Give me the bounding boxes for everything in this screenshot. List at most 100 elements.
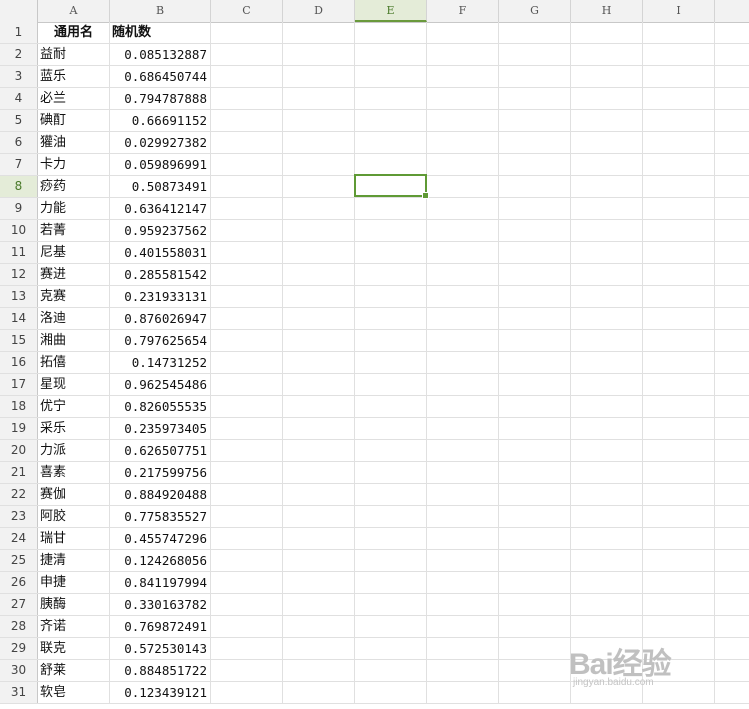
cell[interactable]: [211, 484, 283, 505]
row-number[interactable]: 9: [0, 198, 38, 219]
cell[interactable]: [571, 594, 643, 615]
cell[interactable]: [211, 418, 283, 439]
cell-name[interactable]: 蓝乐: [38, 66, 110, 87]
cell[interactable]: [427, 110, 499, 131]
cell[interactable]: [427, 66, 499, 87]
cell-name[interactable]: 软皂: [38, 682, 110, 703]
cell-random[interactable]: 0.66691152: [110, 110, 211, 131]
row-number[interactable]: 22: [0, 484, 38, 505]
cell[interactable]: [283, 418, 355, 439]
cell[interactable]: [355, 330, 427, 351]
cell[interactable]: [715, 352, 749, 373]
cell[interactable]: [571, 198, 643, 219]
cell[interactable]: [355, 154, 427, 175]
cell[interactable]: [715, 638, 749, 659]
cell[interactable]: [499, 550, 571, 571]
cell[interactable]: [643, 44, 715, 65]
row-number[interactable]: 23: [0, 506, 38, 527]
cell-name[interactable]: 碘酊: [38, 110, 110, 131]
cell[interactable]: [571, 550, 643, 571]
cell[interactable]: [283, 374, 355, 395]
row-number[interactable]: 30: [0, 660, 38, 681]
cell[interactable]: [283, 528, 355, 549]
cell[interactable]: [715, 440, 749, 461]
row-number[interactable]: 26: [0, 572, 38, 593]
cell-name[interactable]: 洛迪: [38, 308, 110, 329]
cell[interactable]: [643, 220, 715, 241]
cell-name[interactable]: 喜素: [38, 462, 110, 483]
header-cell-name[interactable]: 通用名: [38, 22, 110, 43]
cell[interactable]: [571, 440, 643, 461]
cell[interactable]: [427, 572, 499, 593]
cell[interactable]: [571, 484, 643, 505]
cell[interactable]: [283, 286, 355, 307]
cell[interactable]: [283, 132, 355, 153]
cell[interactable]: [571, 616, 643, 637]
cell-random[interactable]: 0.123439121: [110, 682, 211, 703]
cell-name[interactable]: 赛伽: [38, 484, 110, 505]
cell[interactable]: [211, 22, 283, 43]
cell[interactable]: [427, 418, 499, 439]
cell[interactable]: [643, 308, 715, 329]
cell[interactable]: [355, 638, 427, 659]
cell[interactable]: [211, 682, 283, 703]
cell[interactable]: [427, 682, 499, 703]
cell[interactable]: [715, 132, 749, 153]
cell[interactable]: [355, 418, 427, 439]
cell[interactable]: [283, 44, 355, 65]
cell[interactable]: [283, 440, 355, 461]
cell[interactable]: [499, 440, 571, 461]
row-number[interactable]: 7: [0, 154, 38, 175]
cell[interactable]: [715, 198, 749, 219]
cell[interactable]: [499, 242, 571, 263]
cell[interactable]: [283, 242, 355, 263]
cell[interactable]: [571, 330, 643, 351]
cell[interactable]: [283, 176, 355, 197]
row-number[interactable]: 17: [0, 374, 38, 395]
cell[interactable]: [283, 506, 355, 527]
cell-name[interactable]: 赛进: [38, 264, 110, 285]
cell[interactable]: [499, 22, 571, 43]
column-header-g[interactable]: G: [499, 0, 571, 22]
column-header-f[interactable]: F: [427, 0, 499, 22]
cell[interactable]: [355, 462, 427, 483]
row-number[interactable]: 25: [0, 550, 38, 571]
cell[interactable]: [283, 308, 355, 329]
cell[interactable]: [571, 66, 643, 87]
row-number[interactable]: 3: [0, 66, 38, 87]
cell[interactable]: [283, 616, 355, 637]
cell[interactable]: [355, 528, 427, 549]
cell[interactable]: [571, 396, 643, 417]
cell[interactable]: [427, 616, 499, 637]
cell[interactable]: [643, 110, 715, 131]
cell[interactable]: [499, 396, 571, 417]
cell-random[interactable]: 0.826055535: [110, 396, 211, 417]
cell[interactable]: [499, 132, 571, 153]
cell[interactable]: [427, 88, 499, 109]
cell[interactable]: [427, 550, 499, 571]
cell-name[interactable]: 力派: [38, 440, 110, 461]
cell[interactable]: [355, 220, 427, 241]
header-cell-random[interactable]: 随机数: [110, 22, 211, 43]
cell[interactable]: [643, 242, 715, 263]
cell[interactable]: [427, 484, 499, 505]
cell[interactable]: [715, 242, 749, 263]
cell[interactable]: [427, 22, 499, 43]
cell[interactable]: [643, 352, 715, 373]
cell[interactable]: [643, 330, 715, 351]
cell-random[interactable]: 0.769872491: [110, 616, 211, 637]
row-number[interactable]: 16: [0, 352, 38, 373]
cell-name[interactable]: 齐诺: [38, 616, 110, 637]
cell[interactable]: [643, 528, 715, 549]
cell[interactable]: [499, 176, 571, 197]
cell[interactable]: [571, 506, 643, 527]
cell[interactable]: [427, 44, 499, 65]
cell[interactable]: [643, 462, 715, 483]
cell[interactable]: [211, 176, 283, 197]
cell[interactable]: [427, 462, 499, 483]
cell[interactable]: [211, 374, 283, 395]
cell[interactable]: [643, 264, 715, 285]
cell[interactable]: [499, 462, 571, 483]
cell[interactable]: [283, 198, 355, 219]
cell-random[interactable]: 0.50873491: [110, 176, 211, 197]
